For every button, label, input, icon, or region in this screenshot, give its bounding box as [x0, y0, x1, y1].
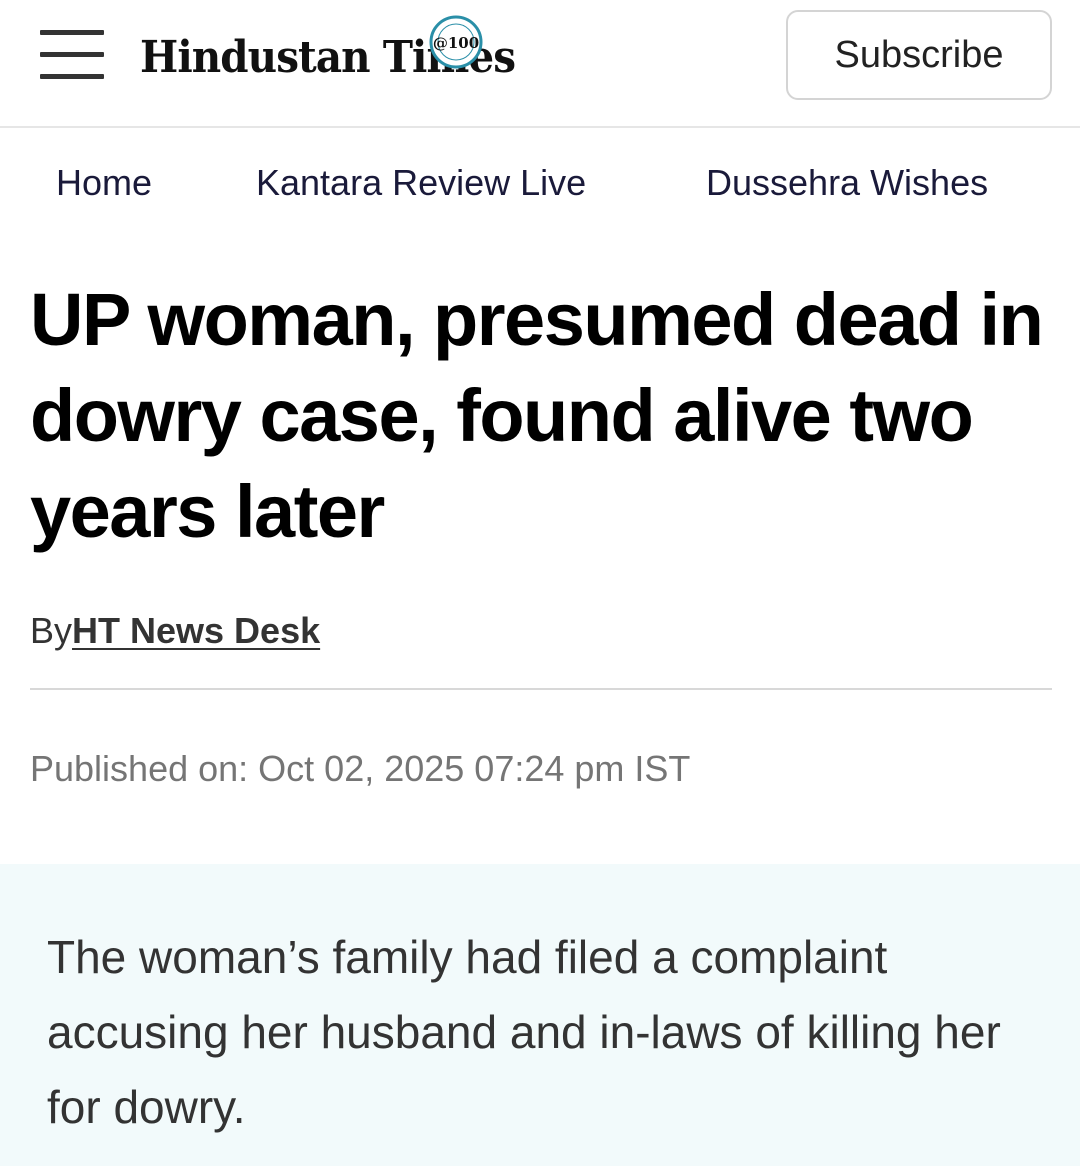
hamburger-menu-icon[interactable]: [40, 30, 104, 80]
byline: ByHT News Desk: [30, 610, 320, 652]
top-nav: Home Kantara Review Live Dussehra Wishes: [0, 130, 1080, 240]
site-logo[interactable]: Hindustan Times: [140, 22, 548, 92]
published-date: Published on: Oct 02, 2025 07:24 pm IST: [30, 748, 691, 789]
article-summary-box: The woman’s family had filed a complaint…: [0, 864, 1080, 1166]
nav-item-kantara-review-live[interactable]: Kantara Review Live: [256, 162, 586, 204]
byline-prefix: By: [30, 610, 73, 651]
divider: [30, 688, 1052, 690]
nav-item-dussehra-wishes[interactable]: Dussehra Wishes: [706, 162, 988, 204]
centenary-badge-icon: @100: [429, 15, 483, 69]
subscribe-button[interactable]: Subscribe: [786, 10, 1052, 100]
author-link[interactable]: HT News Desk: [72, 610, 320, 651]
article-headline: UP woman, presumed dead in dowry case, f…: [30, 278, 1044, 553]
article-summary: The woman’s family had filed a complaint…: [47, 931, 1001, 1133]
nav-item-home[interactable]: Home: [56, 162, 152, 204]
badge-text: @100: [433, 34, 479, 52]
site-header: Hindustan Times @100 Subscribe: [0, 0, 1080, 128]
